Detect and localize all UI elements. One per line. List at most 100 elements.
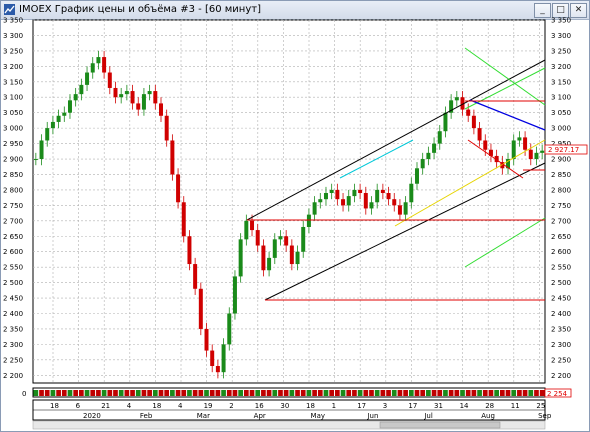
day-tick-label: 18 xyxy=(50,402,59,410)
candle-body xyxy=(227,313,232,345)
price-tick-label: 2 200 xyxy=(3,372,23,380)
candle-body xyxy=(136,103,141,110)
volume-bar xyxy=(170,390,175,396)
candle-body xyxy=(39,140,44,160)
candle-body xyxy=(56,115,61,122)
day-tick-label: 18 xyxy=(152,402,161,410)
price-tick-label: 2 700 xyxy=(3,217,23,225)
price-tick-label: 2 600 xyxy=(3,248,23,256)
volume-bar xyxy=(295,390,300,396)
volume-bar xyxy=(118,390,124,396)
day-tick-label: 30 xyxy=(280,402,289,410)
volume-bar xyxy=(79,390,84,396)
volume-bar xyxy=(346,390,352,396)
candle-body xyxy=(386,193,391,200)
price-tick-label: 3 300 xyxy=(551,32,571,40)
candle-body xyxy=(341,199,346,206)
price-tick-label: 2 500 xyxy=(3,279,23,287)
volume-bar xyxy=(317,390,323,396)
day-tick-label: 2 xyxy=(229,402,233,410)
volume-bar xyxy=(226,390,232,396)
volume-bar xyxy=(221,390,226,396)
price-tick-label: 2 550 xyxy=(3,264,23,272)
candle-body xyxy=(329,189,334,194)
candle-body xyxy=(403,202,408,215)
volume-bar xyxy=(477,390,482,396)
volume-bar xyxy=(511,390,517,396)
candle-body xyxy=(244,220,249,240)
volume-bar xyxy=(44,390,50,396)
candle-body xyxy=(187,236,192,265)
candle-body xyxy=(261,245,266,271)
candle-body xyxy=(33,159,38,161)
volume-bar xyxy=(397,390,403,396)
volume-bar xyxy=(312,390,317,396)
price-tick-label: 2 400 xyxy=(3,310,23,318)
volume-bar xyxy=(323,390,329,396)
candle-body xyxy=(250,220,255,231)
volume-bar xyxy=(539,390,545,396)
volume-bar xyxy=(517,390,522,396)
volume-bar xyxy=(187,390,192,396)
candle-body xyxy=(528,149,533,160)
volume-bar xyxy=(107,390,113,396)
price-chart[interactable]: 2 2002 2502 3002 3502 4002 4502 5002 550… xyxy=(0,0,590,432)
price-tick-label: 2 350 xyxy=(3,325,23,333)
price-tick-label: 3 350 xyxy=(551,17,571,25)
volume-bar xyxy=(238,390,243,396)
candle-body xyxy=(67,100,72,113)
volume-bar xyxy=(460,390,465,396)
volume-bar xyxy=(232,390,238,396)
month-tick-label: May xyxy=(311,412,325,420)
day-tick-label: 11 xyxy=(511,402,520,410)
candle-body xyxy=(380,189,385,194)
volume-bar xyxy=(386,390,391,396)
volume-bar xyxy=(73,390,79,396)
day-tick-label: 17 xyxy=(408,402,417,410)
volume-bar xyxy=(278,390,283,396)
volume-bar xyxy=(243,390,249,396)
month-tick-label: Apr xyxy=(254,412,266,420)
day-tick-label: 25 xyxy=(536,402,545,410)
volume-bar xyxy=(369,390,374,396)
volume-bar xyxy=(465,390,471,396)
candle-body xyxy=(306,214,311,227)
volume-bar xyxy=(403,390,408,396)
candle-body xyxy=(50,121,55,129)
month-tick-label: Aug xyxy=(481,412,495,420)
volume-bar xyxy=(522,390,528,396)
candle-body xyxy=(437,131,442,144)
candle-body xyxy=(517,137,522,141)
scrollbar-thumb[interactable] xyxy=(379,421,501,429)
volume-bar xyxy=(96,390,101,396)
price-tick-label: 2 300 xyxy=(3,341,23,349)
volume-bar xyxy=(67,390,73,396)
price-tick-label: 2 350 xyxy=(551,325,571,333)
price-tick-label: 2 650 xyxy=(3,233,23,241)
candle-body xyxy=(130,91,135,104)
volume-bar xyxy=(363,390,369,396)
price-tick-label: 3 000 xyxy=(3,125,23,133)
candle-body xyxy=(102,57,107,73)
volume-bar xyxy=(90,390,96,396)
volume-bar xyxy=(198,390,204,396)
candle-body xyxy=(415,168,419,184)
candle-body xyxy=(119,94,124,98)
volume-bar xyxy=(357,390,363,396)
candle-body xyxy=(198,288,203,329)
price-tick-label: 2 850 xyxy=(551,171,571,179)
candle-body xyxy=(369,202,374,209)
price-tick-label: 3 100 xyxy=(3,94,23,102)
candle-body xyxy=(124,91,129,95)
candle-body xyxy=(141,94,146,110)
candle-body xyxy=(210,350,215,367)
volume-bar xyxy=(84,390,90,396)
candle-body xyxy=(153,91,158,104)
volume-bar xyxy=(499,390,505,396)
volume-bar xyxy=(471,390,477,396)
price-tick-label: 2 400 xyxy=(551,310,571,318)
volume-bar xyxy=(56,390,61,396)
candle-body xyxy=(466,109,471,116)
candle-body xyxy=(215,366,220,373)
day-tick-label: 14 xyxy=(460,402,469,410)
